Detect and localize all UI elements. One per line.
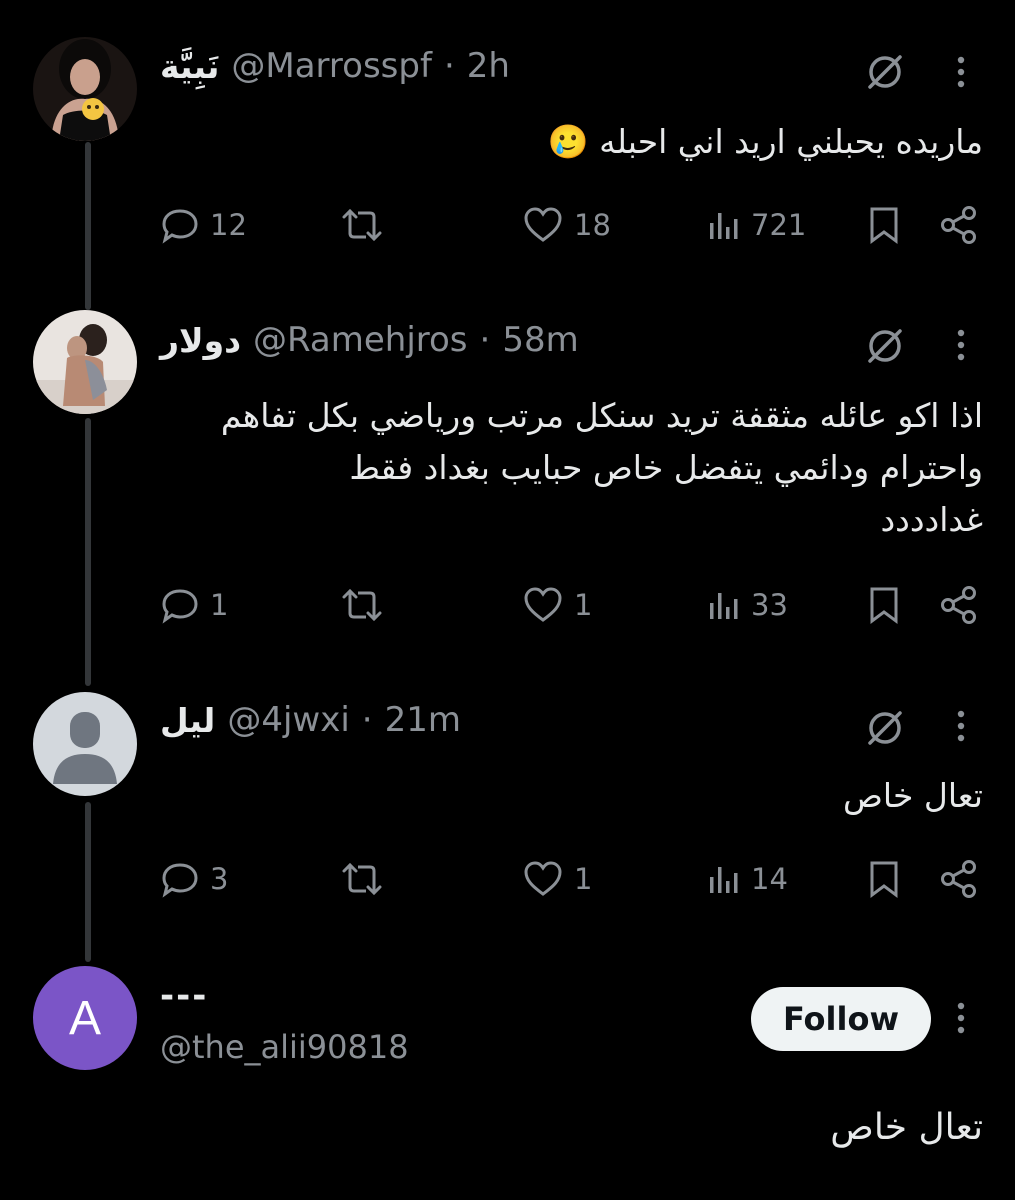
- reply-button[interactable]: 1: [160, 585, 228, 625]
- bookmark-icon: [870, 587, 898, 624]
- letter-avatar[interactable]: A: [33, 966, 137, 1070]
- post-text: تعال خاص: [843, 770, 983, 822]
- avatar[interactable]: [33, 310, 137, 414]
- like-count: 1: [574, 862, 593, 896]
- user-handle[interactable]: @the_alii90818: [160, 1028, 409, 1066]
- share-button[interactable]: [938, 859, 980, 899]
- user-handle[interactable]: @Ramehjros: [253, 320, 468, 360]
- share-button[interactable]: [938, 205, 980, 245]
- text-line: واحترام ودائمي يتفضل خاص حبايب بغداد فقط: [349, 448, 983, 487]
- grok-icon[interactable]: [862, 323, 908, 369]
- retweet-button[interactable]: [340, 205, 384, 245]
- post-text: اذا اكو عائله مثقفة تريد سنكل مرتب ورياض…: [221, 390, 983, 546]
- reply-icon: [162, 863, 198, 898]
- like-count: 18: [574, 208, 611, 242]
- views-icon: [710, 213, 738, 239]
- like-icon: [524, 207, 562, 242]
- user-handle[interactable]: @4jwxi: [227, 700, 349, 740]
- reply-count: 12: [210, 208, 247, 242]
- text-line: اذا اكو عائله مثقفة تريد سنكل مرتب ورياض…: [220, 396, 983, 435]
- text-line: تعال خاص: [843, 776, 983, 815]
- bookmark-icon: [870, 861, 898, 898]
- action-bar: 12 18 721: [0, 205, 1015, 255]
- post-text: تعال خاص: [830, 1107, 983, 1148]
- retweet-icon: [342, 588, 382, 622]
- like-icon: [524, 587, 562, 622]
- views-icon: [710, 593, 738, 619]
- view-count: 33: [751, 588, 788, 622]
- timestamp[interactable]: 2h: [467, 46, 510, 86]
- reply-icon: [162, 209, 198, 244]
- follow-button[interactable]: Follow: [751, 987, 931, 1051]
- share-icon: [941, 586, 976, 624]
- more-icon[interactable]: [946, 706, 976, 746]
- display-name[interactable]: نَبِيَّة: [160, 47, 219, 86]
- reply-icon: [162, 589, 198, 624]
- thread-line: [85, 418, 91, 686]
- reply-button[interactable]: 12: [160, 205, 247, 245]
- like-button[interactable]: 1: [522, 585, 592, 625]
- retweet-button[interactable]: [340, 859, 384, 899]
- reply-button[interactable]: 3: [160, 859, 228, 899]
- timestamp[interactable]: 58m: [502, 320, 578, 360]
- display-name[interactable]: ليل: [160, 701, 215, 740]
- action-bar: 1 1 33: [0, 585, 1015, 635]
- avatar[interactable]: [33, 692, 137, 796]
- more-icon[interactable]: [946, 325, 976, 365]
- grok-icon[interactable]: [862, 705, 908, 751]
- separator-dot: ·: [479, 320, 491, 360]
- post-text: ماريده يحبلني اريد اني احبله 🥲: [548, 116, 983, 168]
- share-icon: [941, 206, 976, 244]
- action-bar: 3 1 14: [0, 859, 1015, 909]
- like-button[interactable]: 18: [522, 205, 611, 245]
- post-header: نَبِيَّة @Marrosspf · 2h: [160, 46, 510, 86]
- retweet-icon: [342, 862, 382, 896]
- post-header: ليل @4jwxi · 21m: [160, 700, 461, 740]
- post-header: دولار @Ramehjros · 58m: [160, 320, 579, 360]
- display-name[interactable]: دولار: [160, 321, 241, 360]
- more-icon[interactable]: [946, 52, 976, 92]
- bookmark-button[interactable]: [864, 859, 904, 899]
- display-name[interactable]: ---: [160, 976, 208, 1016]
- avatar-letter: A: [68, 991, 101, 1045]
- text-line: غدادددد: [880, 500, 983, 539]
- text-line: ماريده يحبلني اريد اني احبله 🥲: [547, 122, 983, 161]
- views-icon: [710, 867, 738, 893]
- reply-count: 3: [210, 862, 229, 896]
- avatar[interactable]: [33, 37, 137, 141]
- reply-count: 1: [210, 588, 229, 622]
- views-button[interactable]: 721: [705, 205, 806, 245]
- like-button[interactable]: 1: [522, 859, 592, 899]
- grok-icon[interactable]: [862, 49, 908, 95]
- like-icon: [524, 861, 562, 896]
- more-icon[interactable]: [946, 998, 976, 1038]
- separator-dot: ·: [443, 46, 455, 86]
- views-button[interactable]: 14: [705, 859, 788, 899]
- retweet-icon: [342, 208, 382, 242]
- view-count: 721: [751, 208, 807, 242]
- retweet-button[interactable]: [340, 585, 384, 625]
- like-count: 1: [574, 588, 593, 622]
- follow-label: Follow: [782, 1000, 900, 1038]
- share-button[interactable]: [938, 585, 980, 625]
- timestamp[interactable]: 21m: [385, 700, 461, 740]
- bookmark-button[interactable]: [864, 205, 904, 245]
- view-count: 14: [751, 862, 788, 896]
- separator-dot: ·: [361, 700, 373, 740]
- user-handle[interactable]: @Marrosspf: [231, 46, 432, 86]
- views-button[interactable]: 33: [705, 585, 788, 625]
- bookmark-icon: [870, 207, 898, 244]
- bookmark-button[interactable]: [864, 585, 904, 625]
- share-icon: [941, 860, 976, 898]
